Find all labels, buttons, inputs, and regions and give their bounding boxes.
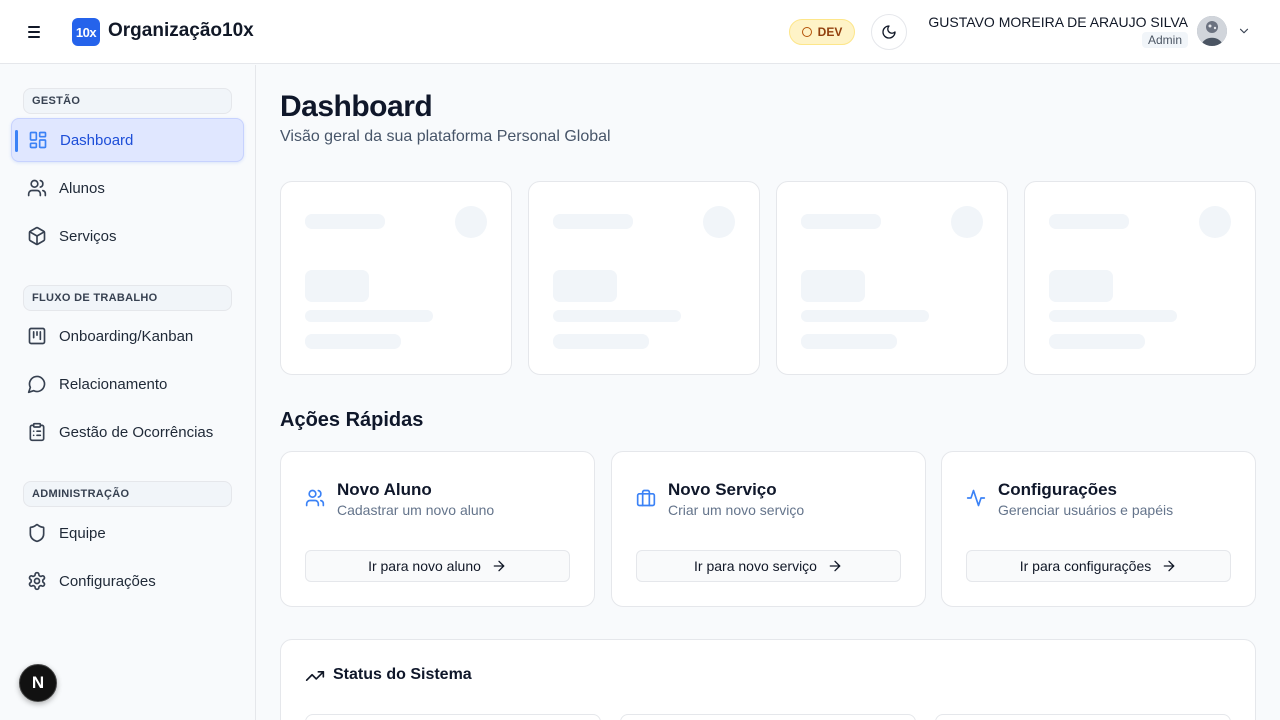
- skeleton-circle: [703, 206, 735, 238]
- hamburger-menu-icon[interactable]: [24, 22, 44, 42]
- sidebar-item-onboarding[interactable]: Onboarding/Kanban: [11, 314, 244, 358]
- sidebar-item-equipe[interactable]: Equipe: [11, 511, 244, 555]
- quick-action-card-novo-aluno: Novo Aluno Cadastrar um novo aluno Ir pa…: [280, 451, 595, 607]
- package-icon: [27, 226, 47, 246]
- chevron-down-icon[interactable]: [1237, 24, 1251, 38]
- skeleton-line: [801, 214, 881, 229]
- user-role-badge: Admin: [1141, 32, 1188, 48]
- stat-card-loading: [280, 181, 512, 375]
- quick-action-title: Novo Aluno: [337, 480, 432, 499]
- avatar[interactable]: [1197, 16, 1227, 46]
- arrow-right-icon: [829, 560, 841, 572]
- user-name[interactable]: GUSTAVO MOREIRA DE ARAUJO SILVA: [928, 14, 1188, 30]
- sidebar-item-alunos[interactable]: Alunos: [11, 166, 244, 210]
- circle-icon: [801, 27, 812, 37]
- sidebar-item-label: Onboarding/Kanban: [59, 327, 194, 345]
- skeleton-circle: [455, 206, 487, 238]
- sidebar-item-label: Gestão de Ocorrências: [59, 423, 214, 441]
- button-label: Ir para configurações: [1019, 558, 1152, 574]
- brand-name[interactable]: Organização10x: [108, 20, 254, 42]
- status-item: [935, 714, 1231, 720]
- button-label: Ir para novo aluno: [368, 558, 481, 574]
- sidebar-item-label: Equipe: [59, 524, 106, 542]
- sidebar-item-configuracoes[interactable]: Configurações: [11, 559, 244, 603]
- skeleton-line: [801, 334, 897, 349]
- skeleton-line: [1049, 214, 1129, 229]
- sidebar-item-servicos[interactable]: Serviços: [11, 214, 244, 258]
- skeleton-value: [1049, 270, 1113, 302]
- sidebar-item-label: Dashboard: [60, 131, 134, 149]
- arrow-right-icon: [1163, 560, 1175, 572]
- go-novo-aluno-button[interactable]: Ir para novo aluno: [305, 550, 570, 582]
- go-configuracoes-button[interactable]: Ir para configurações: [966, 550, 1231, 582]
- skeleton-line: [553, 334, 649, 349]
- quick-action-card-novo-servico: Novo Serviço Criar um novo serviço Ir pa…: [611, 451, 926, 607]
- clipboard-list-icon: [27, 422, 47, 442]
- quick-action-card-configuracoes: Configurações Gerenciar usuários e papéi…: [941, 451, 1256, 607]
- env-badge: DEV: [789, 19, 855, 45]
- stat-card-loading: [528, 181, 760, 375]
- sidebar-item-label: Alunos: [59, 179, 105, 197]
- skeleton-line: [1049, 310, 1177, 322]
- message-circle-icon: [27, 374, 47, 394]
- skeleton-circle: [1199, 206, 1231, 238]
- sidebar-item-relacionamento[interactable]: Relacionamento: [11, 362, 244, 406]
- skeleton-line: [305, 214, 385, 229]
- arrow-right-icon: [493, 560, 505, 572]
- quick-action-description: Gerenciar usuários e papéis: [998, 502, 1174, 518]
- settings-icon: [27, 571, 47, 591]
- sidebar: GESTÃO Dashboard Alunos Serviços FLUXO D…: [0, 65, 256, 720]
- page-subtitle: Visão geral da sua plataforma Personal G…: [280, 128, 611, 145]
- skeleton-value: [801, 270, 865, 302]
- quick-action-description: Criar um novo serviço: [668, 502, 805, 518]
- quick-action-title: Novo Serviço: [668, 480, 777, 499]
- stat-card-loading: [1024, 181, 1256, 375]
- users-icon: [27, 178, 47, 198]
- go-novo-servico-button[interactable]: Ir para novo serviço: [636, 550, 901, 582]
- activity-icon: [966, 489, 986, 507]
- skeleton-line: [553, 310, 681, 322]
- section-label-gestao: GESTÃO: [23, 88, 232, 114]
- sidebar-item-label: Serviços: [59, 227, 117, 245]
- briefcase-icon: [636, 489, 656, 507]
- skeleton-line: [553, 214, 633, 229]
- env-badge-label: DEV: [817, 25, 843, 39]
- button-label: Ir para novo serviço: [694, 558, 817, 574]
- status-item: [620, 714, 916, 720]
- skeleton-line: [1049, 334, 1145, 349]
- kanban-icon: [27, 326, 47, 346]
- shield-icon: [27, 523, 47, 543]
- quick-action-title: Configurações: [998, 480, 1118, 499]
- page-title: Dashboard: [280, 90, 433, 123]
- system-status-title: Status do Sistema: [333, 666, 472, 683]
- skeleton-value: [553, 270, 617, 302]
- sidebar-item-ocorrencias[interactable]: Gestão de Ocorrências: [11, 410, 244, 454]
- skeleton-line: [801, 310, 929, 322]
- section-label-fluxo: FLUXO DE TRABALHO: [23, 285, 232, 311]
- section-label-administracao: ADMINISTRAÇÃO: [23, 481, 232, 507]
- moon-icon: [882, 25, 896, 39]
- top-header: 10x Organização10x DEV GUSTAVO MOREIRA D…: [0, 0, 1280, 64]
- sidebar-item-dashboard[interactable]: Dashboard: [11, 118, 244, 162]
- skeleton-line: [305, 334, 401, 349]
- status-item: [305, 714, 601, 720]
- logo-badge[interactable]: 10x: [72, 18, 100, 46]
- users-icon: [305, 489, 325, 507]
- skeleton-circle: [951, 206, 983, 238]
- theme-toggle-button[interactable]: [871, 14, 907, 50]
- skeleton-value: [305, 270, 369, 302]
- system-status-card: Status do Sistema: [280, 639, 1256, 720]
- sidebar-item-label: Relacionamento: [59, 375, 168, 393]
- skeleton-line: [305, 310, 433, 322]
- quick-action-description: Cadastrar um novo aluno: [337, 502, 495, 518]
- layout-dashboard-icon: [28, 130, 48, 150]
- trending-up-icon: [305, 671, 325, 681]
- dev-tools-badge[interactable]: N: [19, 664, 57, 702]
- quick-actions-title: Ações Rápidas: [280, 409, 424, 431]
- sidebar-item-label: Configurações: [59, 572, 156, 590]
- stat-card-loading: [776, 181, 1008, 375]
